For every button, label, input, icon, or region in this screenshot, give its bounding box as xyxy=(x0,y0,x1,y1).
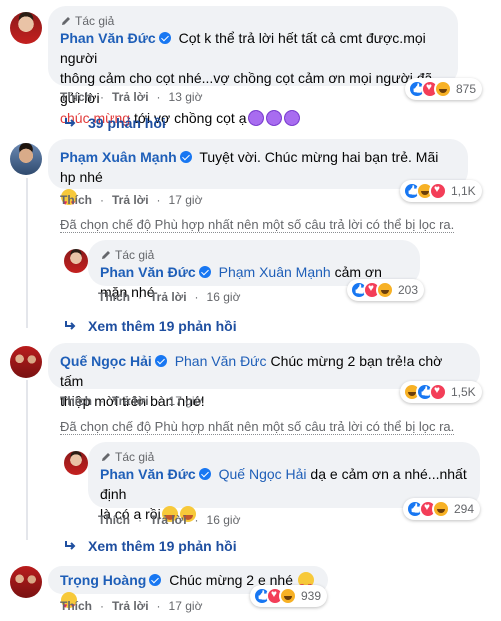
reply-actions: Thích · Trả lời · 16 giờ xyxy=(98,290,241,304)
view-more-replies-link[interactable]: Xem thêm 19 phản hồi xyxy=(64,318,237,334)
timestamp[interactable]: 17 giờ xyxy=(169,193,203,207)
author-badge: Tác giả xyxy=(100,248,408,262)
view-more-replies-link[interactable]: Xem thêm 19 phản hồi xyxy=(64,538,237,554)
verified-icon xyxy=(154,355,167,367)
love-reaction-icon xyxy=(429,182,447,200)
comment-author-name[interactable]: Quế Ngọc Hải xyxy=(60,353,152,369)
timestamp[interactable]: 17 giờ xyxy=(169,394,203,408)
reply-button[interactable]: Trả lời xyxy=(150,513,187,527)
mention-tag[interactable]: Phan Văn Đức xyxy=(175,353,267,369)
reply-author-name[interactable]: Phan Văn Đức xyxy=(100,466,196,482)
haha-reaction-icon xyxy=(434,80,452,98)
pen-icon xyxy=(102,453,110,461)
reaction-count: 1,5K xyxy=(451,385,476,399)
avatar-phan-van-duc[interactable] xyxy=(64,451,88,475)
timestamp[interactable]: 16 giờ xyxy=(207,290,241,304)
pen-icon xyxy=(102,251,110,259)
reaction-count: 1,1K xyxy=(451,184,476,198)
smiling-devil-icon xyxy=(283,110,300,126)
comment-bubble: Tác giả Phan Văn Đức Cọt k thể trả lời h… xyxy=(48,6,458,126)
avatar-pham-xuan-manh[interactable] xyxy=(10,143,42,175)
thread-line xyxy=(26,380,28,540)
reaction-summary[interactable]: 875 xyxy=(405,78,483,100)
timestamp[interactable]: 13 giờ xyxy=(169,90,203,104)
reaction-summary[interactable]: 294 xyxy=(403,498,481,520)
like-button[interactable]: Thích xyxy=(60,193,92,207)
verified-icon xyxy=(158,32,171,44)
reply-button[interactable]: Trả lời xyxy=(112,599,149,613)
pen-icon xyxy=(62,17,70,25)
comment-actions: Thích · Trả lời · 17 giờ xyxy=(60,193,203,207)
reply-arrow-icon xyxy=(65,541,76,550)
smiling-devil-icon xyxy=(247,110,264,126)
avatar-que-ngoc-hai[interactable] xyxy=(10,346,42,378)
verified-icon xyxy=(179,151,192,163)
filter-notice: Đã chọn chế độ Phù hợp nhất nên một số c… xyxy=(60,419,455,435)
reaction-summary[interactable]: 939 xyxy=(250,585,328,607)
reply-button[interactable]: Trả lời xyxy=(112,90,149,104)
avatar-phan-van-duc[interactable] xyxy=(64,249,88,273)
comment-text: Phan Văn Đức Cọt k thể trả lời hết tất c… xyxy=(60,30,433,126)
like-button[interactable]: Thích xyxy=(98,513,130,527)
haha-reaction-icon xyxy=(376,281,394,299)
avatar-trong-hoang[interactable] xyxy=(10,566,42,598)
timestamp[interactable]: 17 giờ xyxy=(169,599,203,613)
comment-actions: Thích · Trả lời · 17 giờ xyxy=(60,599,203,613)
avatar-phan-van-duc[interactable] xyxy=(10,12,42,44)
author-badge-label: Tác giả xyxy=(75,14,115,28)
mention-tag[interactable]: Phạm Xuân Mạnh xyxy=(219,264,331,280)
thread-line xyxy=(26,178,28,328)
reaction-count: 939 xyxy=(301,589,322,603)
timestamp[interactable]: 16 giờ xyxy=(207,513,241,527)
reply-button[interactable]: Trả lời xyxy=(112,394,149,408)
comment-author-name[interactable]: Phạm Xuân Mạnh xyxy=(60,149,177,165)
filter-notice: Đã chọn chế độ Phù hợp nhất nên một số c… xyxy=(60,217,455,233)
reaction-summary[interactable]: 203 xyxy=(347,279,425,301)
reply-actions: Thích · Trả lời · 16 giờ xyxy=(98,513,241,527)
smiling-devil-icon xyxy=(265,110,282,126)
mention-tag[interactable]: Quế Ngọc Hải xyxy=(219,466,307,482)
author-badge: Tác giả xyxy=(60,14,446,28)
author-badge: Tác giả xyxy=(100,450,468,464)
haha-reaction-icon xyxy=(432,500,450,518)
comment-actions: Thích · Trả lời · 13 giờ xyxy=(60,90,203,104)
verified-icon xyxy=(198,266,211,278)
reaction-count: 294 xyxy=(454,502,475,516)
reply-button[interactable]: Trả lời xyxy=(150,290,187,304)
like-button[interactable]: Thích xyxy=(60,90,92,104)
verified-icon xyxy=(198,468,211,480)
like-button[interactable]: Thích xyxy=(98,290,130,304)
reaction-count: 875 xyxy=(456,82,477,96)
reply-arrow-icon xyxy=(65,118,76,127)
haha-reaction-icon xyxy=(279,587,297,605)
love-reaction-icon xyxy=(429,383,447,401)
reply-button[interactable]: Trả lời xyxy=(112,193,149,207)
like-button[interactable]: Thích xyxy=(60,394,92,408)
reply-author-name[interactable]: Phan Văn Đức xyxy=(100,264,196,280)
reply-arrow-icon xyxy=(65,321,76,330)
verified-icon xyxy=(149,574,162,586)
view-replies-link[interactable]: 39 phản hồi xyxy=(64,115,166,131)
reaction-count: 203 xyxy=(398,283,419,297)
like-button[interactable]: Thích xyxy=(60,599,92,613)
reaction-summary[interactable]: 1,5K xyxy=(400,381,482,403)
comment-actions: Thích · Trả lời · 17 giờ xyxy=(60,394,203,408)
reaction-summary[interactable]: 1,1K xyxy=(400,180,482,202)
comment-author-name[interactable]: Trọng Hoàng xyxy=(60,572,146,588)
comment-author-name[interactable]: Phan Văn Đức xyxy=(60,30,156,46)
